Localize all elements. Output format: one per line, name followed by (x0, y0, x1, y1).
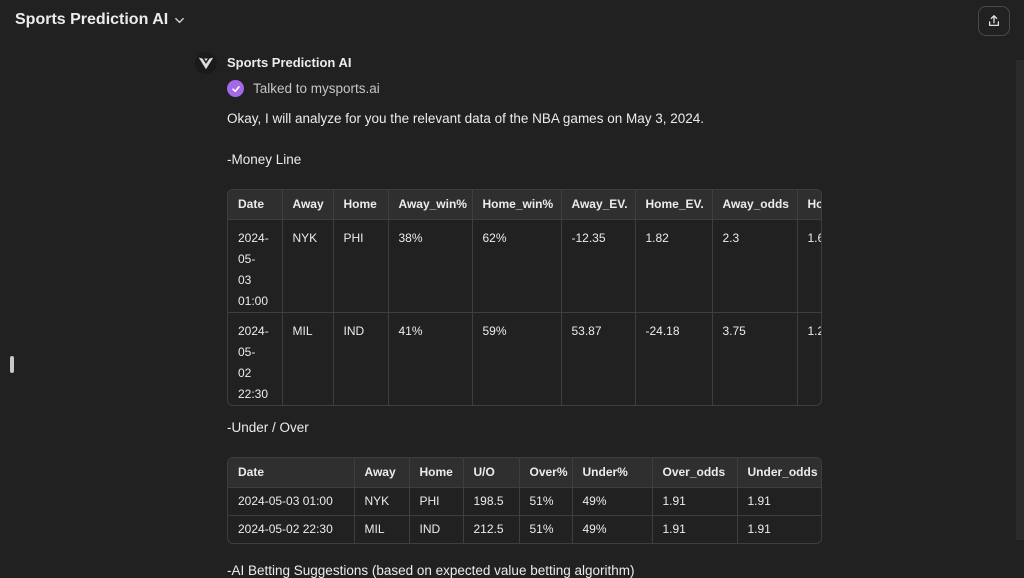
table-row: 2024- 05- 02 22:30 MIL IND 41% 59% 53.87 -24.18 3.… (228, 312, 822, 405)
table-cell: 51% (519, 515, 573, 543)
table-cell: 51% (519, 487, 573, 516)
table-cell: 1.65 (797, 219, 821, 313)
table-header-row: Date Away Home Away_win% Home_win% Away_EV. Ho… (228, 190, 821, 220)
table-cell: -12.35 (561, 219, 636, 313)
table-cell: 1.91 (652, 515, 738, 543)
column-header: Over_odds (652, 458, 738, 488)
table-cell: 1.29 (807, 323, 822, 338)
sidebar-toggle-handle[interactable] (10, 356, 14, 373)
tool-status[interactable]: Talked to mysports.ai (227, 80, 380, 97)
table-cell: MIL (282, 312, 334, 405)
tool-status-label: Talked to mysports.ai (253, 81, 380, 96)
table-cell: IND (333, 312, 389, 405)
intro-text: Okay, I will analyze for you the relevan… (227, 111, 705, 126)
table-cell: PHI (333, 219, 389, 313)
table-cell: 2.3 (712, 219, 798, 313)
table-cell: 198.5 (463, 487, 520, 516)
column-header: Away_odds (712, 190, 798, 220)
column-header: Home_EV. (635, 190, 713, 220)
column-header: Home (409, 458, 464, 488)
table-cell: 41% (388, 312, 473, 405)
share-icon (988, 15, 1000, 27)
table-cell: 2024-05-03 01:00 (228, 487, 355, 516)
table-row: 2024-05-03 01:00 NYK PHI 198.5 51% 49% 1.91 1.9… (228, 487, 821, 516)
column-header: U/O (463, 458, 520, 488)
table-cell: 212.5 (463, 515, 520, 543)
table-cell: NYK (282, 219, 334, 313)
gpt-avatar-icon (195, 52, 217, 74)
column-header: Away (354, 458, 410, 488)
table-cell: 49% (572, 515, 653, 543)
table-cell: IND (409, 515, 464, 543)
column-header: Under_odds (737, 458, 821, 488)
app-title: Sports Prediction AI (15, 11, 169, 28)
column-header: Under% (572, 458, 653, 488)
table-header-row: Date Away Home U/O Over% Under% Over_odds Under… (228, 458, 821, 488)
table-cell: -24.18 (635, 312, 713, 405)
check-icon (227, 80, 244, 97)
column-header: Home (333, 190, 389, 220)
table-cell: NYK (354, 487, 410, 516)
table-cell: 62% (472, 219, 562, 313)
under-over-table: Date Away Home U/O Over% Under% Over_odds Under… (228, 458, 821, 543)
table-cell: 3.75 (712, 312, 798, 405)
table-cell: 1.91 (737, 487, 821, 516)
column-header: Date (228, 190, 283, 220)
share-button[interactable] (978, 6, 1010, 36)
table-cell: 2024-05-02 22:30 (228, 515, 355, 543)
column-header: Date (228, 458, 355, 488)
money-line-table-wrap[interactable]: Date Away Home Away_win% Home_win% Away_EV. Ho… (227, 189, 822, 406)
column-header: Home_win% (472, 190, 562, 220)
table-cell: 49% (572, 487, 653, 516)
money-line-heading: -Money Line (227, 152, 302, 167)
table-cell: 38% (388, 219, 473, 313)
table-cell: MIL (354, 515, 410, 543)
table-cell: 59% (472, 312, 562, 405)
table-cell: 1.91 (652, 487, 738, 516)
table-cell: PHI (409, 487, 464, 516)
table-cell: 2024- 05- 02 22:30 (228, 312, 283, 405)
table-cell: 1.91 (747, 522, 771, 537)
column-header: Away_win% (388, 190, 473, 220)
table-cell: 53.87 (561, 312, 636, 405)
model-switcher[interactable]: Sports Prediction AI (15, 11, 185, 29)
under-over-table-wrap: Date Away Home U/O Over% Under% Over_odds Under… (227, 457, 822, 544)
money-line-table: Date Away Home Away_win% Home_win% Away_EV. Ho… (228, 190, 822, 405)
message-author: Sports Prediction AI (227, 55, 352, 70)
table-cell: 2024- 05- 03 01:00 (228, 219, 283, 313)
under-over-heading: -Under / Over (227, 420, 309, 435)
top-bar: Sports Prediction AI (0, 0, 1024, 44)
column-header: Home_odds (797, 190, 821, 220)
column-header: Away_EV. (561, 190, 636, 220)
column-header: Over% (519, 458, 573, 488)
table-row: 2024- 05- 03 01:00 NYK PHI 38% 62% -12.35 1.82 2.3… (228, 219, 821, 313)
scrollbar[interactable] (1016, 60, 1024, 540)
chevron-down-icon (175, 17, 185, 23)
column-header: Away (282, 190, 334, 220)
table-cell: 1.82 (635, 219, 713, 313)
table-row: 2024-05-02 22:30 MIL IND 212.5 51% 49% 1.91 1.9… (228, 515, 821, 543)
